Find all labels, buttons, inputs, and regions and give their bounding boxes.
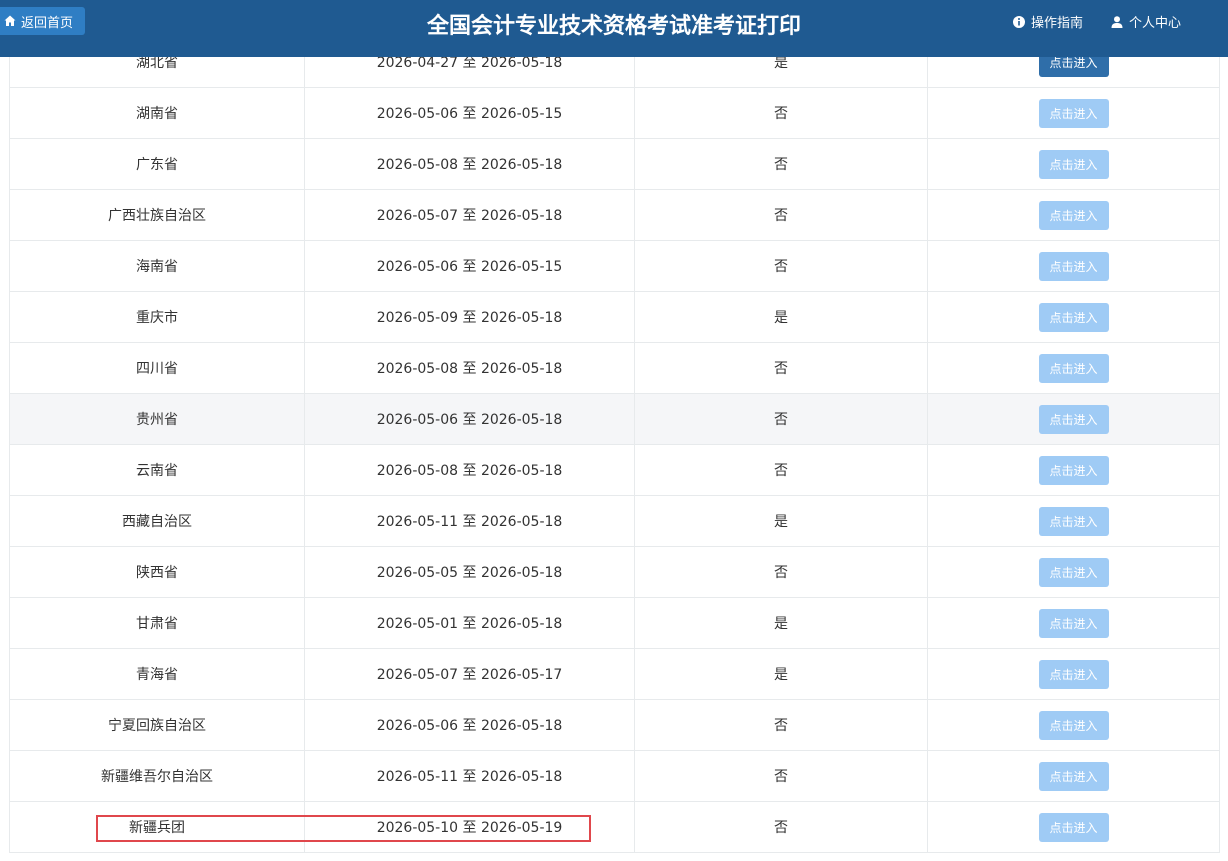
- period-cell: 2026-05-07 至 2026-05-17: [304, 649, 634, 699]
- flag-cell: 否: [634, 88, 927, 138]
- enter-button[interactable]: 点击进入: [1038, 659, 1109, 689]
- period-cell: 2026-05-10 至 2026-05-19: [304, 802, 634, 852]
- flag-cell: 否: [634, 139, 927, 189]
- region-cell: 甘肃省: [9, 598, 304, 648]
- region-cell: 广东省: [9, 139, 304, 189]
- period-cell: 2026-05-07 至 2026-05-18: [304, 190, 634, 240]
- action-cell: 点击进入: [927, 292, 1220, 342]
- flag-cell: 否: [634, 394, 927, 444]
- enter-button[interactable]: 点击进入: [1038, 455, 1109, 485]
- flag-cell: 否: [634, 700, 927, 750]
- period-cell: 2026-05-08 至 2026-05-18: [304, 139, 634, 189]
- guide-link-label: 操作指南: [1031, 16, 1084, 31]
- table-row: 重庆市 2026-05-09 至 2026-05-18 是 点击进入: [9, 292, 1220, 343]
- period-cell: 2026-05-06 至 2026-05-15: [304, 241, 634, 291]
- info-icon: [1012, 15, 1026, 29]
- region-cell: 陕西省: [9, 547, 304, 597]
- enter-button[interactable]: 点击进入: [1038, 200, 1109, 230]
- region-cell: 四川省: [9, 343, 304, 393]
- action-cell: 点击进入: [927, 751, 1220, 801]
- enter-button[interactable]: 点击进入: [1038, 404, 1109, 434]
- table-row: 广东省 2026-05-08 至 2026-05-18 否 点击进入: [9, 139, 1220, 190]
- period-cell: 2026-05-08 至 2026-05-18: [304, 343, 634, 393]
- table-row: 海南省 2026-05-06 至 2026-05-15 否 点击进入: [9, 241, 1220, 292]
- flag-cell: 是: [634, 496, 927, 546]
- table-row: 青海省 2026-05-07 至 2026-05-17 是 点击进入: [9, 649, 1220, 700]
- enter-button[interactable]: 点击进入: [1038, 98, 1109, 128]
- table-row: 广西壮族自治区 2026-05-07 至 2026-05-18 否 点击进入: [9, 190, 1220, 241]
- action-cell: 点击进入: [927, 547, 1220, 597]
- profile-link[interactable]: 个人中心: [1110, 12, 1181, 31]
- enter-button[interactable]: 点击进入: [1038, 302, 1109, 332]
- action-cell: 点击进入: [927, 241, 1220, 291]
- period-cell: 2026-05-01 至 2026-05-18: [304, 598, 634, 648]
- table-row: 云南省 2026-05-08 至 2026-05-18 否 点击进入: [9, 445, 1220, 496]
- period-cell: 2026-05-11 至 2026-05-18: [304, 751, 634, 801]
- period-cell: 2026-05-05 至 2026-05-18: [304, 547, 634, 597]
- guide-link[interactable]: 操作指南: [1012, 12, 1083, 31]
- flag-cell: 否: [634, 751, 927, 801]
- table-row: 新疆兵团 2026-05-10 至 2026-05-19 否 点击进入: [9, 802, 1220, 853]
- user-icon: [1110, 15, 1124, 29]
- enter-button[interactable]: 点击进入: [1038, 251, 1109, 281]
- action-cell: 点击进入: [927, 139, 1220, 189]
- period-cell: 2026-05-06 至 2026-05-18: [304, 394, 634, 444]
- enter-button[interactable]: 点击进入: [1038, 608, 1109, 638]
- enter-button[interactable]: 点击进入: [1038, 353, 1109, 383]
- period-cell: 2026-05-08 至 2026-05-18: [304, 445, 634, 495]
- table-row: 新疆维吾尔自治区 2026-05-11 至 2026-05-18 否 点击进入: [9, 751, 1220, 802]
- top-header: 返回首页 全国会计专业技术资格考试准考证打印 操作指南 个人中心: [0, 0, 1228, 57]
- flag-cell: 是: [634, 598, 927, 648]
- flag-cell: 是: [634, 649, 927, 699]
- flag-cell: 否: [634, 445, 927, 495]
- enter-button[interactable]: 点击进入: [1038, 149, 1109, 179]
- action-cell: 点击进入: [927, 190, 1220, 240]
- action-cell: 点击进入: [927, 394, 1220, 444]
- table-row: 贵州省 2026-05-06 至 2026-05-18 否 点击进入: [9, 394, 1220, 445]
- table-row: 湖南省 2026-05-06 至 2026-05-15 否 点击进入: [9, 88, 1220, 139]
- enter-button[interactable]: 点击进入: [1038, 710, 1109, 740]
- action-cell: 点击进入: [927, 700, 1220, 750]
- region-cell: 青海省: [9, 649, 304, 699]
- flag-cell: 否: [634, 547, 927, 597]
- table-row: 四川省 2026-05-08 至 2026-05-18 否 点击进入: [9, 343, 1220, 394]
- period-cell: 2026-05-11 至 2026-05-18: [304, 496, 634, 546]
- region-cell: 广西壮族自治区: [9, 190, 304, 240]
- enter-button[interactable]: 点击进入: [1038, 761, 1109, 791]
- action-cell: 点击进入: [927, 802, 1220, 852]
- flag-cell: 否: [634, 343, 927, 393]
- flag-cell: 是: [634, 292, 927, 342]
- action-cell: 点击进入: [927, 496, 1220, 546]
- region-cell: 西藏自治区: [9, 496, 304, 546]
- flag-cell: 否: [634, 190, 927, 240]
- region-cell: 云南省: [9, 445, 304, 495]
- table-row: 甘肃省 2026-05-01 至 2026-05-18 是 点击进入: [9, 598, 1220, 649]
- flag-cell: 否: [634, 241, 927, 291]
- enter-button[interactable]: 点击进入: [1038, 812, 1109, 842]
- region-cell: 贵州省: [9, 394, 304, 444]
- table-row: 陕西省 2026-05-05 至 2026-05-18 否 点击进入: [9, 547, 1220, 598]
- region-cell: 新疆维吾尔自治区: [9, 751, 304, 801]
- action-cell: 点击进入: [927, 343, 1220, 393]
- period-cell: 2026-05-09 至 2026-05-18: [304, 292, 634, 342]
- action-cell: 点击进入: [927, 598, 1220, 648]
- region-cell: 海南省: [9, 241, 304, 291]
- action-cell: 点击进入: [927, 445, 1220, 495]
- period-cell: 2026-05-06 至 2026-05-15: [304, 88, 634, 138]
- region-cell: 宁夏回族自治区: [9, 700, 304, 750]
- enter-button[interactable]: 点击进入: [1038, 557, 1109, 587]
- region-cell: 新疆兵团: [9, 802, 304, 852]
- action-cell: 点击进入: [927, 649, 1220, 699]
- table-row: 西藏自治区 2026-05-11 至 2026-05-18 是 点击进入: [9, 496, 1220, 547]
- profile-link-label: 个人中心: [1129, 16, 1182, 31]
- period-cell: 2026-05-06 至 2026-05-18: [304, 700, 634, 750]
- region-cell: 湖南省: [9, 88, 304, 138]
- flag-cell: 否: [634, 802, 927, 852]
- action-cell: 点击进入: [927, 88, 1220, 138]
- table-row: 宁夏回族自治区 2026-05-06 至 2026-05-18 否 点击进入: [9, 700, 1220, 751]
- region-cell: 重庆市: [9, 292, 304, 342]
- enter-button[interactable]: 点击进入: [1038, 506, 1109, 536]
